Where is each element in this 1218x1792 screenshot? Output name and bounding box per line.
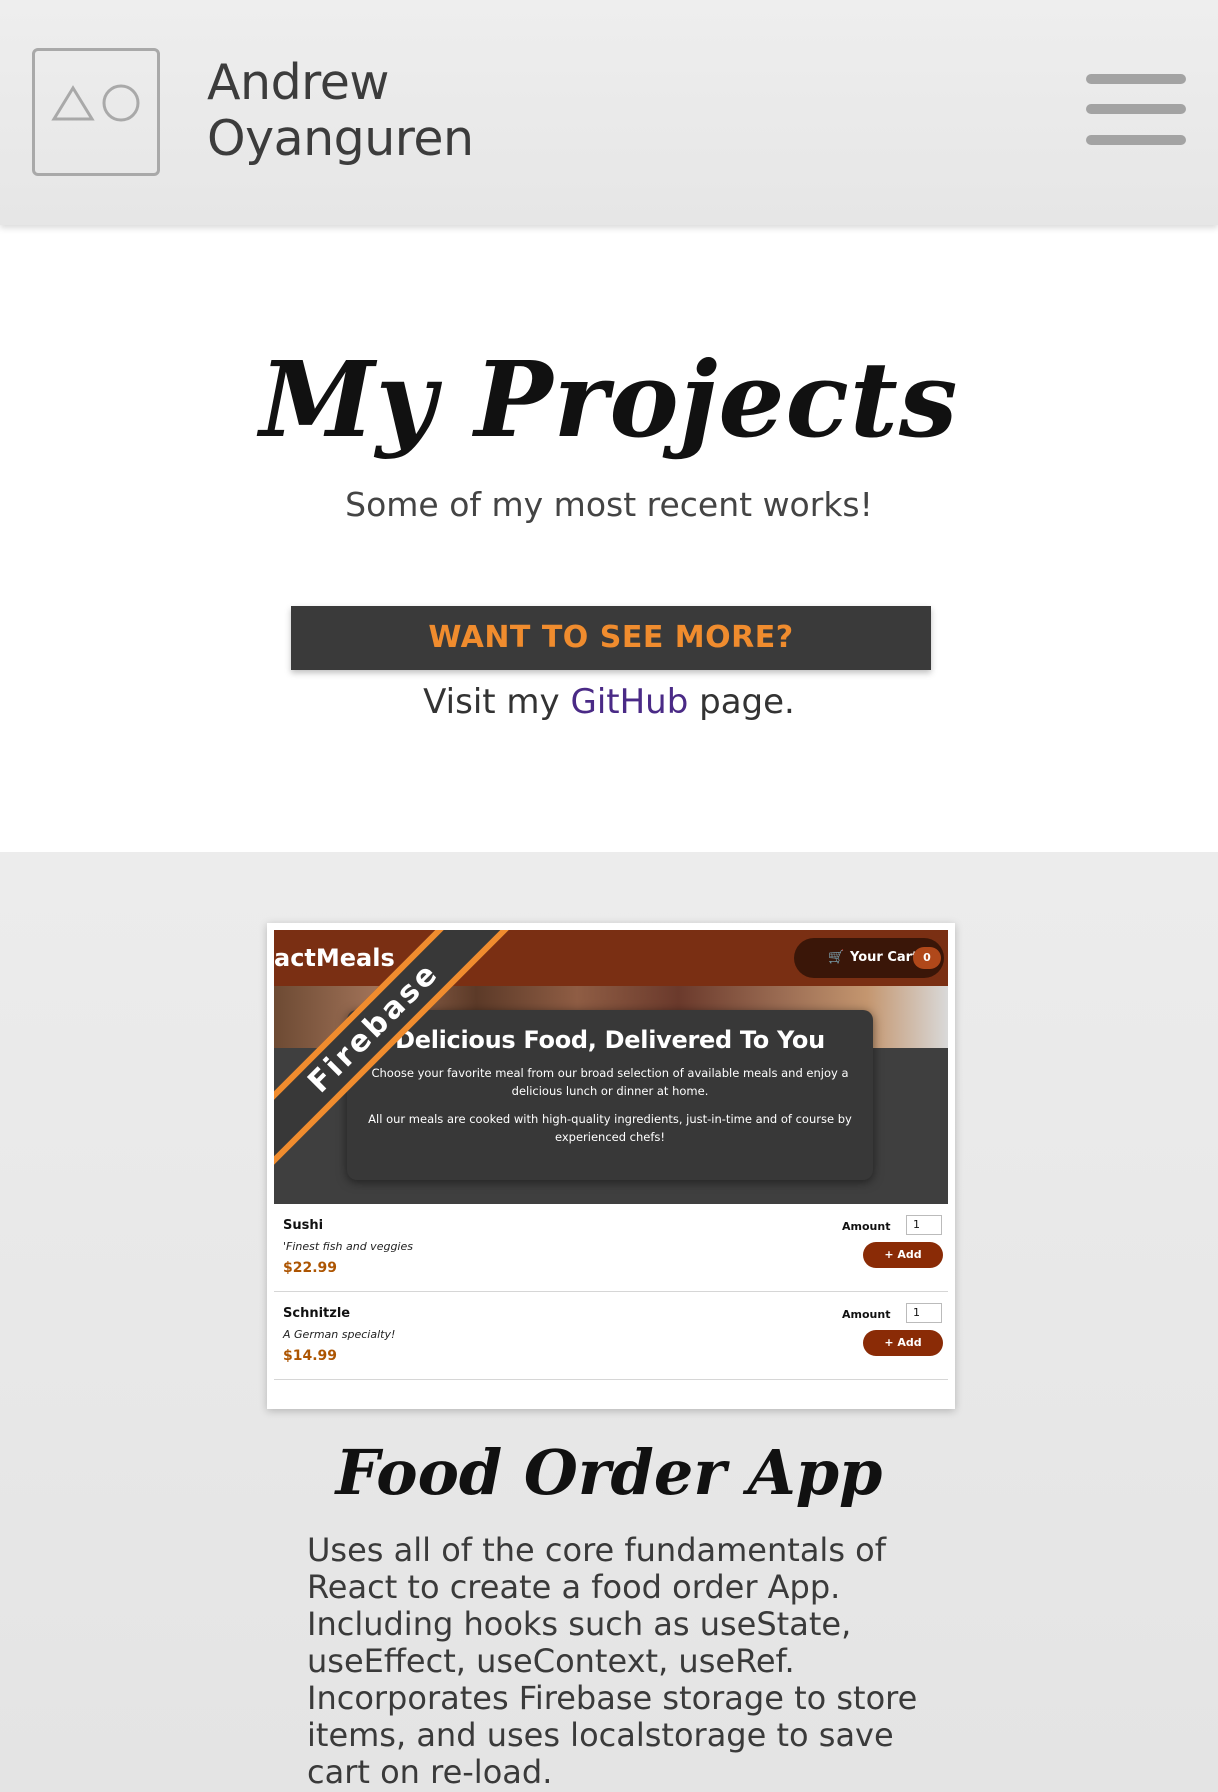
name-last: Oyanguren [207, 110, 474, 167]
app-brand: actMeals [274, 944, 395, 972]
menu-bar [1086, 104, 1186, 114]
amount-input: 1 [906, 1303, 942, 1323]
meal-description: 'Finest fish and veggies [283, 1240, 413, 1253]
project-description: Uses all of the core fundamentals of Rea… [307, 1531, 918, 1791]
app-header: actMeals 🛒 Your Cart 0 [274, 930, 948, 986]
meal-price: $14.99 [283, 1348, 338, 1364]
summary-headline: Delicious Food, Delivered To You [395, 1026, 825, 1054]
cart-label: Your Cart [850, 950, 919, 965]
add-button: + Add [863, 1242, 943, 1268]
name-first: Andrew [207, 54, 389, 111]
amount-input: 1 [906, 1215, 942, 1235]
cart-button: 🛒 Your Cart 0 [794, 938, 944, 978]
see-more-button[interactable]: WANT TO SEE MORE? [291, 606, 931, 670]
page-title: My Projects [259, 338, 959, 461]
visit-prefix: Visit my [423, 682, 560, 722]
meal-item: Sushi 'Finest fish and veggies $22.99 Am… [274, 1204, 948, 1292]
meal-price: $22.99 [283, 1260, 338, 1276]
menu-bar [1086, 135, 1186, 145]
site-header: Andrew Oyanguren [0, 0, 1218, 225]
amount-label: Amount [842, 1220, 891, 1233]
meal-item: Schnitzle A German specialty! $14.99 Amo… [274, 1292, 948, 1380]
page-subtitle: Some of my most recent works! [345, 485, 873, 524]
triangle-circle-logo-icon [51, 84, 140, 122]
project-screenshot[interactable]: actMeals 🛒 Your Cart 0 Delicious Food, D… [267, 923, 955, 1409]
meal-description: A German specialty! [283, 1328, 396, 1341]
hamburger-menu-button[interactable] [1084, 72, 1188, 152]
github-link[interactable]: GitHub [570, 682, 688, 722]
meal-name: Sushi [283, 1218, 324, 1233]
cart-count-badge: 0 [913, 947, 941, 969]
add-button: + Add [863, 1330, 943, 1356]
menu-bar [1086, 74, 1186, 84]
site-name[interactable]: Andrew Oyanguren [207, 55, 474, 167]
amount-label: Amount [842, 1308, 891, 1321]
cart-icon: 🛒 [828, 950, 845, 965]
github-visit-text: Visit my GitHub page. [0, 682, 1218, 722]
visit-suffix: page. [699, 682, 795, 722]
project-title[interactable]: Food Order App [0, 1436, 1218, 1509]
summary-paragraph: All our meals are cooked with high-quali… [368, 1112, 852, 1144]
app-summary: Delicious Food, Delivered To You Choose … [347, 1010, 873, 1180]
screenshot-frame: actMeals 🛒 Your Cart 0 Delicious Food, D… [274, 930, 948, 1402]
summary-paragraph: Choose your favorite meal from our broad… [371, 1066, 849, 1098]
meal-name: Schnitzle [283, 1306, 351, 1321]
logo[interactable] [32, 48, 160, 176]
